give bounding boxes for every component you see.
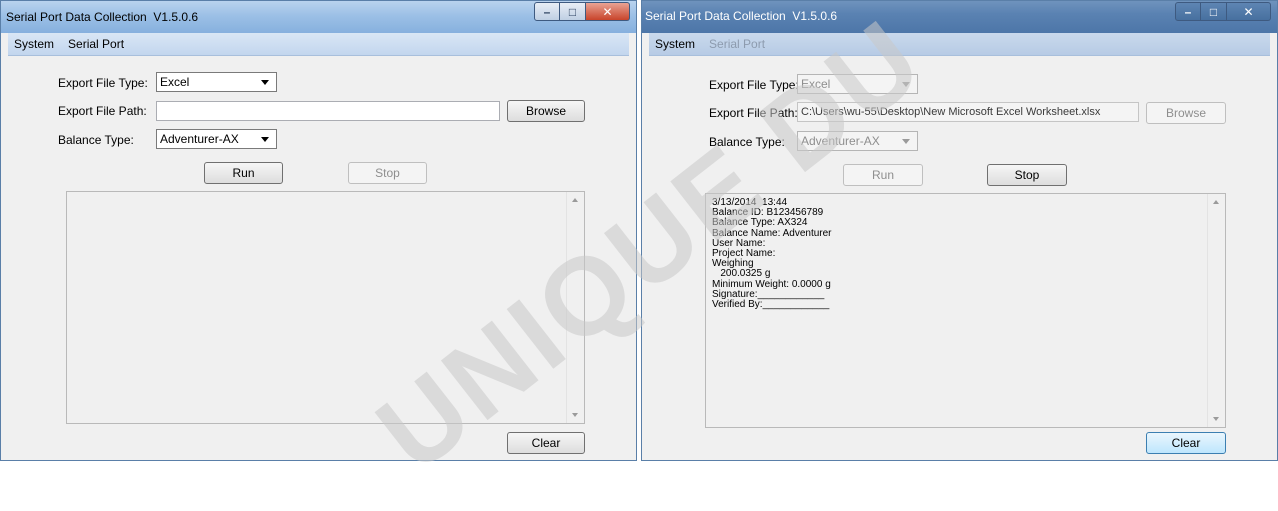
minimize-icon: –	[1184, 4, 1192, 19]
export-file-path-label: Export File Path:	[709, 106, 798, 120]
output-content: 3/13/2014 13:44 Balance ID: B123456789 Bal…	[712, 197, 1205, 311]
maximize-icon: □	[568, 4, 577, 19]
close-button[interactable]: ✕	[586, 2, 630, 21]
stop-button[interactable]: Stop	[987, 164, 1067, 186]
minimize-icon: –	[543, 4, 551, 19]
maximize-button[interactable]: □	[560, 2, 586, 21]
export-file-type-label: Export File Type:	[58, 76, 148, 90]
browse-button[interactable]: Browse	[507, 100, 585, 122]
vertical-scrollbar[interactable]	[566, 192, 584, 423]
maximize-button[interactable]: □	[1201, 2, 1227, 21]
export-file-path-input[interactable]: C:\Users\wu-55\Desktop\New Microsoft Exc…	[797, 102, 1139, 122]
export-file-type-value: Excel	[801, 77, 831, 91]
balance-type-label: Balance Type:	[709, 135, 785, 149]
export-file-type-label: Export File Type:	[709, 78, 799, 92]
output-line: Verified By:____________	[712, 299, 830, 311]
output-textarea[interactable]	[66, 191, 585, 424]
balance-type-label: Balance Type:	[58, 133, 134, 147]
chevron-down-icon	[261, 137, 269, 142]
balance-type-value: Adventurer-AX	[801, 134, 880, 148]
vertical-scrollbar[interactable]	[1207, 194, 1225, 427]
app-window-running: Serial Port Data Collection V1.5.0.6 – □…	[641, 0, 1278, 461]
balance-type-select[interactable]: Adventurer-AX	[797, 131, 918, 151]
menu-bar: System Serial Port	[649, 33, 1270, 56]
menu-system[interactable]: System	[8, 37, 62, 51]
balance-type-value: Adventurer-AX	[160, 132, 239, 146]
clear-button[interactable]: Clear	[507, 432, 585, 454]
scroll-down-icon[interactable]	[1213, 417, 1219, 421]
form-area: Export File Type: Excel Export File Path…	[8, 56, 629, 460]
window-title: Serial Port Data Collection V1.5.0.6	[645, 9, 838, 23]
minimize-button[interactable]: –	[1175, 2, 1201, 21]
app-window-idle: Serial Port Data Collection V1.5.0.6 – □…	[0, 0, 637, 461]
minimize-button[interactable]: –	[534, 2, 560, 21]
menu-bar: System Serial Port	[8, 33, 629, 56]
maximize-icon: □	[1209, 4, 1218, 19]
caption-buttons: – □ ✕	[534, 2, 630, 22]
menu-system[interactable]: System	[649, 37, 703, 51]
form-area: Export File Type: Excel Export File Path…	[649, 56, 1270, 460]
window-title: Serial Port Data Collection V1.5.0.6	[6, 10, 199, 24]
export-file-type-value: Excel	[160, 75, 190, 89]
export-file-type-select[interactable]: Excel	[156, 72, 277, 92]
stop-button[interactable]: Stop	[348, 162, 427, 184]
balance-type-select[interactable]: Adventurer-AX	[156, 129, 277, 149]
menu-serial-port[interactable]: Serial Port	[62, 37, 132, 51]
clear-button[interactable]: Clear	[1146, 432, 1226, 454]
title-bar[interactable]: Serial Port Data Collection V1.5.0.6 – □…	[642, 1, 1277, 33]
chevron-down-icon	[902, 82, 910, 87]
browse-button[interactable]: Browse	[1146, 102, 1226, 124]
output-line: Weighing	[712, 258, 754, 270]
run-button[interactable]: Run	[204, 162, 283, 184]
output-line: Project Name:	[712, 248, 776, 260]
output-line: User Name:	[712, 237, 766, 249]
run-button[interactable]: Run	[843, 164, 923, 186]
output-line: Balance Name: Adventurer	[712, 227, 832, 239]
close-icon: ✕	[602, 4, 613, 19]
output-textarea[interactable]: 3/13/2014 13:44 Balance ID: B123456789 Bal…	[705, 193, 1226, 428]
title-bar[interactable]: Serial Port Data Collection V1.5.0.6 – □…	[1, 1, 636, 33]
menu-serial-port[interactable]: Serial Port	[703, 37, 773, 51]
chevron-down-icon	[902, 139, 910, 144]
close-button[interactable]: ✕	[1227, 2, 1271, 21]
chevron-down-icon	[261, 80, 269, 85]
scroll-down-icon[interactable]	[572, 413, 578, 417]
scroll-up-icon[interactable]	[1213, 200, 1219, 204]
close-icon: ✕	[1243, 4, 1254, 19]
scroll-up-icon[interactable]	[572, 198, 578, 202]
export-file-path-label: Export File Path:	[58, 104, 147, 118]
export-file-path-input[interactable]	[156, 101, 500, 121]
caption-buttons: – □ ✕	[1175, 2, 1271, 22]
export-file-type-select[interactable]: Excel	[797, 74, 918, 94]
